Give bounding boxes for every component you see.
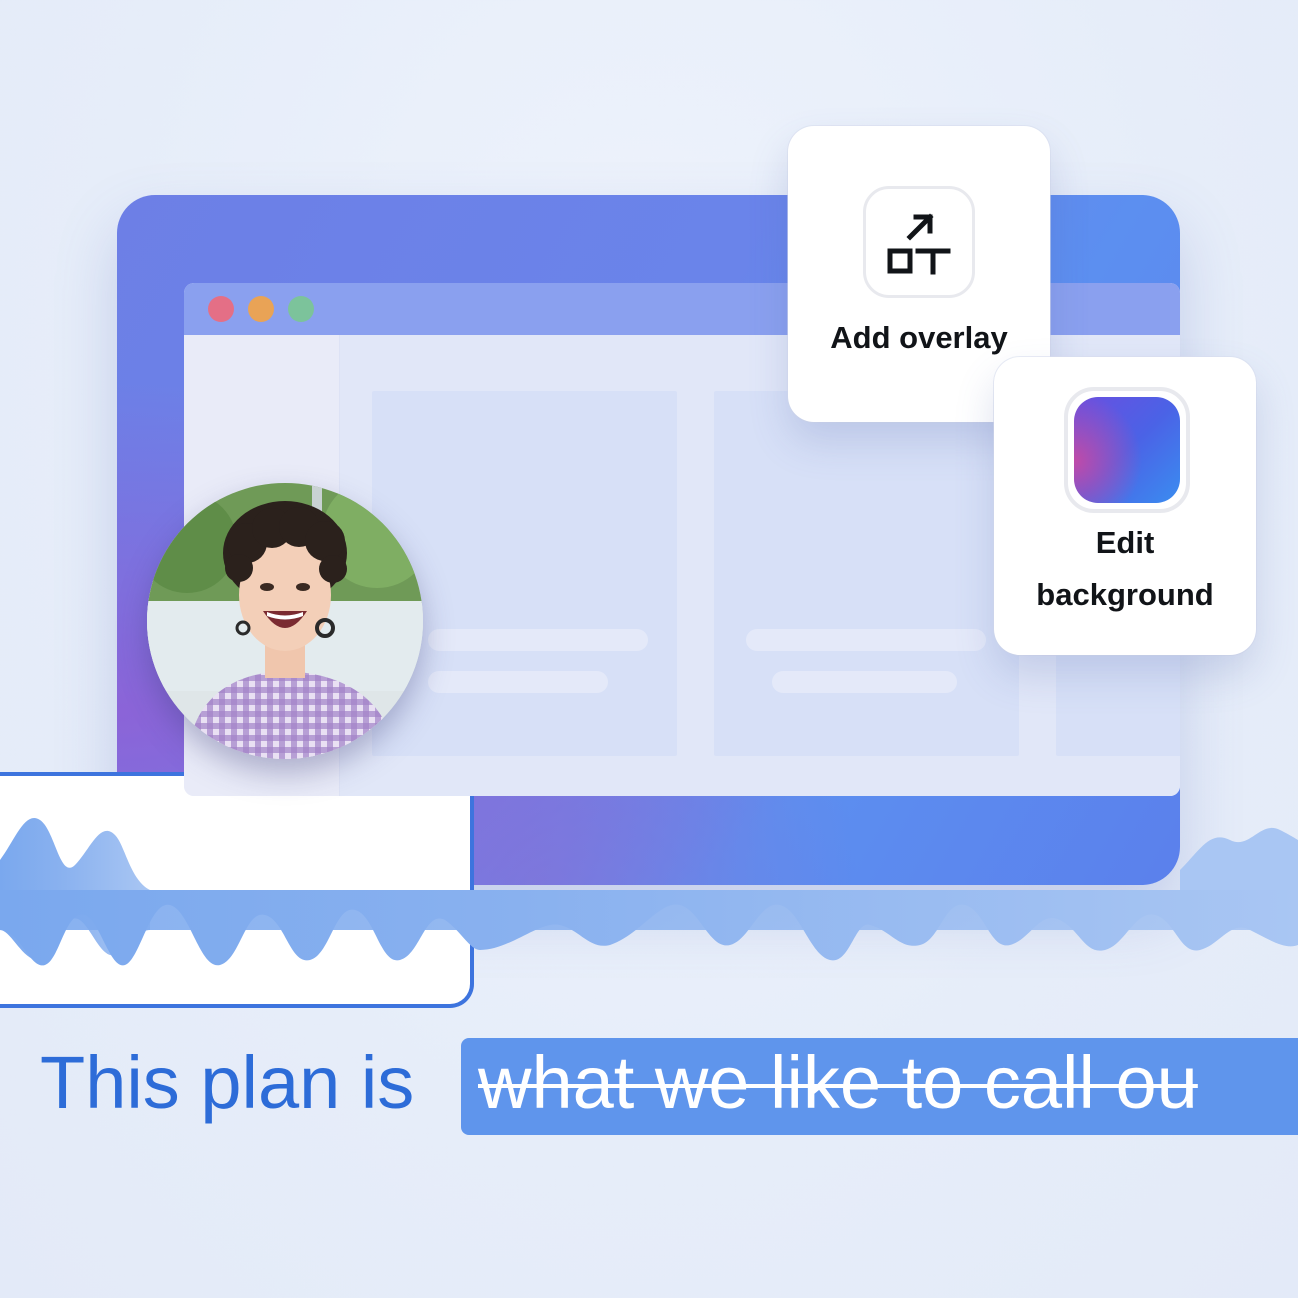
transcript-text[interactable]: This plan is	[40, 1040, 414, 1140]
placeholder-line	[428, 671, 608, 693]
edit-background-label-2: background	[1036, 577, 1214, 612]
gradient-background-icon	[1064, 387, 1190, 513]
placeholder-line	[428, 629, 648, 651]
maximize-dot[interactable]	[288, 296, 314, 322]
audio-waveform[interactable]	[0, 780, 1298, 990]
overlay-text-icon	[863, 186, 975, 298]
presenter-photo	[147, 483, 423, 759]
presenter-avatar[interactable]	[147, 483, 423, 759]
edit-background-card[interactable]: Edit background	[994, 357, 1256, 655]
content-card[interactable]	[714, 391, 1019, 756]
gradient-swatch	[1074, 397, 1180, 503]
overlay-text-glyph	[887, 213, 951, 275]
edit-background-label-1: Edit	[1095, 525, 1155, 560]
content-card[interactable]	[372, 391, 677, 756]
struck-transcript-text[interactable]: what we like to call ou	[478, 1040, 1198, 1125]
placeholder-line	[746, 629, 986, 651]
minimize-dot[interactable]	[248, 296, 274, 322]
add-overlay-label: Add overlay	[830, 320, 1008, 355]
close-dot[interactable]	[208, 296, 234, 322]
placeholder-line	[772, 671, 957, 693]
